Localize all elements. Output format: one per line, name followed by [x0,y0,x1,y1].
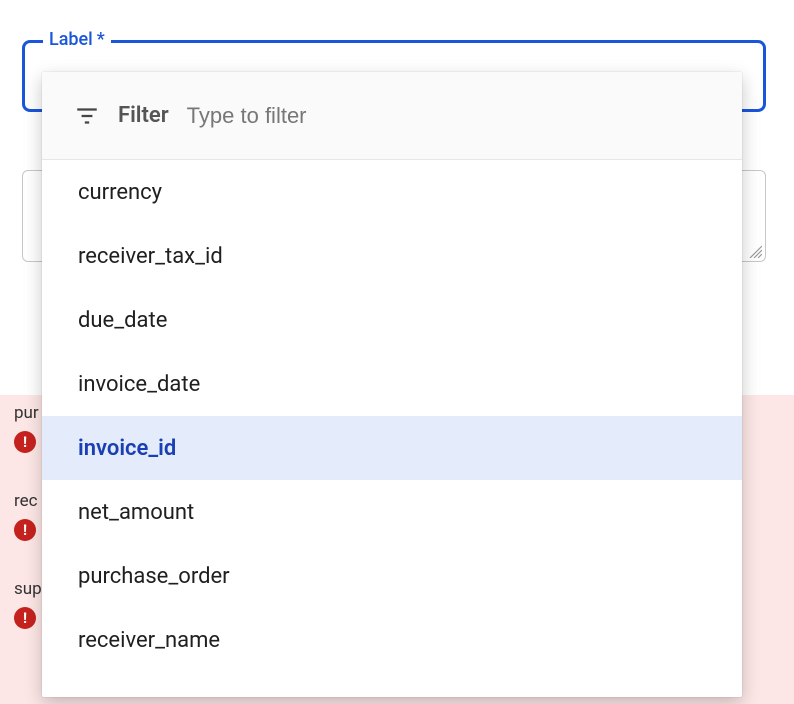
dropdown-option[interactable]: receiver_tax_id [42,224,742,288]
error-icon: ! [14,519,36,541]
dropdown-options-list[interactable]: currency receiver_tax_id due_date invoice_d… [42,160,742,697]
label-input-legend: Label * [43,29,111,50]
error-icon: ! [14,431,36,453]
dropdown-option-label: invoice_date [78,372,200,397]
dropdown-option-label: purchase_order [78,564,230,589]
dropdown-filter-bar: Filter [42,72,742,160]
dropdown-option[interactable]: purchase_order [42,544,742,608]
filter-input[interactable] [187,103,710,129]
dropdown-option-label: receiver_name [78,628,220,653]
dropdown-option[interactable]: due_date [42,288,742,352]
filter-label: Filter [118,103,169,128]
error-icon: ! [14,607,36,629]
filter-icon [74,103,100,129]
dropdown-option[interactable]: net_amount [42,480,742,544]
dropdown-option-label: currency [78,180,162,205]
label-input-legend-text: Label [49,29,93,50]
dropdown-option-label: receiver_tax_id [78,244,223,269]
dropdown-option[interactable]: currency [42,160,742,224]
dropdown-option-label: due_date [78,308,167,333]
dropdown-option-label: net_amount [78,500,194,525]
dropdown-option-label: invoice_id [78,436,176,461]
label-dropdown-popover: Filter currency receiver_tax_id due_datein… [42,72,742,697]
dropdown-option[interactable]: invoice_date [42,352,742,416]
required-marker: * [97,29,105,50]
dropdown-option[interactable]: invoice_id [42,416,742,480]
dropdown-option[interactable]: receiver_name [42,608,742,672]
